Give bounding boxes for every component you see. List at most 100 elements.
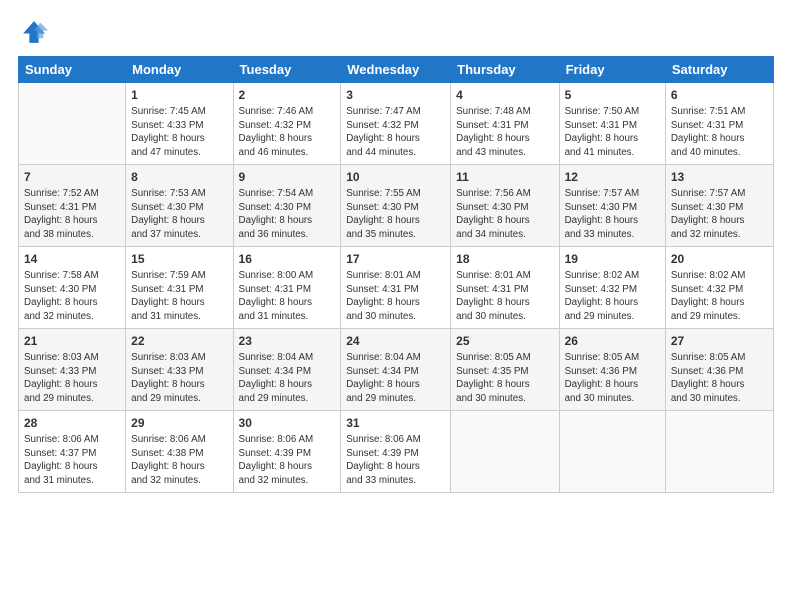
calendar-cell: 4 Sunrise: 7:48 AM Sunset: 4:31 PM Daylig… [451, 83, 559, 165]
calendar-cell: 6 Sunrise: 7:51 AM Sunset: 4:31 PM Daylig… [665, 83, 773, 165]
day-number: 27 [671, 333, 768, 349]
calendar-cell [665, 411, 773, 493]
day-number: 21 [24, 333, 120, 349]
calendar-cell: 28 Sunrise: 8:06 AM Sunset: 4:37 PM Dayli… [19, 411, 126, 493]
calendar-cell: 25 Sunrise: 8:05 AM Sunset: 4:35 PM Dayli… [451, 329, 559, 411]
day-info: Sunrise: 8:01 AM Sunset: 4:31 PM Dayligh… [456, 269, 553, 323]
calendar-cell: 22Sunrise: 8:03 AM Sunset: 4:33 PM Dayli… [126, 329, 233, 411]
calendar-week-row: 1 Sunrise: 7:45 AM Sunset: 4:33 PM Daylig… [19, 83, 774, 165]
day-number: 12 [565, 169, 660, 185]
logo-icon [20, 18, 48, 46]
weekday-header: Friday [559, 57, 665, 83]
day-info: Sunrise: 7:54 AM Sunset: 4:30 PM Dayligh… [239, 187, 336, 241]
day-number: 17 [346, 251, 445, 267]
day-info: Sunrise: 7:53 AM Sunset: 4:30 PM Dayligh… [131, 187, 227, 241]
calendar-cell: 5 Sunrise: 7:50 AM Sunset: 4:31 PM Daylig… [559, 83, 665, 165]
weekday-row: SundayMondayTuesdayWednesdayThursdayFrid… [19, 57, 774, 83]
day-info: Sunrise: 8:05 AM Sunset: 4:36 PM Dayligh… [565, 351, 660, 405]
day-number: 26 [565, 333, 660, 349]
calendar-cell: 18 Sunrise: 8:01 AM Sunset: 4:31 PM Dayli… [451, 247, 559, 329]
calendar-cell: 12 Sunrise: 7:57 AM Sunset: 4:30 PM Dayli… [559, 165, 665, 247]
header [18, 18, 774, 46]
calendar-header: SundayMondayTuesdayWednesdayThursdayFrid… [19, 57, 774, 83]
day-number: 8 [131, 169, 227, 185]
day-number: 29 [131, 415, 227, 431]
day-number: 9 [239, 169, 336, 185]
calendar-cell [19, 83, 126, 165]
day-info: Sunrise: 8:00 AM Sunset: 4:31 PM Dayligh… [239, 269, 336, 323]
day-info: Sunrise: 8:06 AM Sunset: 4:37 PM Dayligh… [24, 433, 120, 487]
day-number: 7 [24, 169, 120, 185]
day-info: Sunrise: 8:05 AM Sunset: 4:36 PM Dayligh… [671, 351, 768, 405]
calendar-cell: 23 Sunrise: 8:04 AM Sunset: 4:34 PM Dayli… [233, 329, 341, 411]
calendar-cell: 2 Sunrise: 7:46 AM Sunset: 4:32 PM Daylig… [233, 83, 341, 165]
day-number: 28 [24, 415, 120, 431]
day-number: 19 [565, 251, 660, 267]
day-number: 15 [131, 251, 227, 267]
day-info: Sunrise: 8:02 AM Sunset: 4:32 PM Dayligh… [671, 269, 768, 323]
day-number: 25 [456, 333, 553, 349]
weekday-header: Monday [126, 57, 233, 83]
day-number: 3 [346, 87, 445, 103]
weekday-header: Tuesday [233, 57, 341, 83]
calendar-cell [559, 411, 665, 493]
calendar-cell: 26 Sunrise: 8:05 AM Sunset: 4:36 PM Dayli… [559, 329, 665, 411]
day-info: Sunrise: 7:58 AM Sunset: 4:30 PM Dayligh… [24, 269, 120, 323]
calendar-cell: 8 Sunrise: 7:53 AM Sunset: 4:30 PM Daylig… [126, 165, 233, 247]
day-info: Sunrise: 7:47 AM Sunset: 4:32 PM Dayligh… [346, 105, 445, 159]
day-info: Sunrise: 8:06 AM Sunset: 4:39 PM Dayligh… [346, 433, 445, 487]
calendar-week-row: 21Sunrise: 8:03 AM Sunset: 4:33 PM Dayli… [19, 329, 774, 411]
calendar-cell: 31 Sunrise: 8:06 AM Sunset: 4:39 PM Dayli… [341, 411, 451, 493]
day-number: 5 [565, 87, 660, 103]
day-info: Sunrise: 8:04 AM Sunset: 4:34 PM Dayligh… [346, 351, 445, 405]
day-info: Sunrise: 7:48 AM Sunset: 4:31 PM Dayligh… [456, 105, 553, 159]
day-info: Sunrise: 8:05 AM Sunset: 4:35 PM Dayligh… [456, 351, 553, 405]
calendar-week-row: 14 Sunrise: 7:58 AM Sunset: 4:30 PM Dayli… [19, 247, 774, 329]
calendar-cell: 24 Sunrise: 8:04 AM Sunset: 4:34 PM Dayli… [341, 329, 451, 411]
day-number: 30 [239, 415, 336, 431]
day-number: 13 [671, 169, 768, 185]
day-number: 4 [456, 87, 553, 103]
weekday-header: Thursday [451, 57, 559, 83]
day-info: Sunrise: 7:45 AM Sunset: 4:33 PM Dayligh… [131, 105, 227, 159]
day-number: 11 [456, 169, 553, 185]
day-number: 24 [346, 333, 445, 349]
day-info: Sunrise: 7:52 AM Sunset: 4:31 PM Dayligh… [24, 187, 120, 241]
day-info: Sunrise: 7:51 AM Sunset: 4:31 PM Dayligh… [671, 105, 768, 159]
day-number: 18 [456, 251, 553, 267]
day-number: 6 [671, 87, 768, 103]
day-number: 31 [346, 415, 445, 431]
calendar-cell: 16 Sunrise: 8:00 AM Sunset: 4:31 PM Dayli… [233, 247, 341, 329]
day-number: 16 [239, 251, 336, 267]
day-info: Sunrise: 7:50 AM Sunset: 4:31 PM Dayligh… [565, 105, 660, 159]
calendar-cell: 9 Sunrise: 7:54 AM Sunset: 4:30 PM Daylig… [233, 165, 341, 247]
calendar-week-row: 28 Sunrise: 8:06 AM Sunset: 4:37 PM Dayli… [19, 411, 774, 493]
calendar-cell: 3 Sunrise: 7:47 AM Sunset: 4:32 PM Daylig… [341, 83, 451, 165]
calendar-cell: 10Sunrise: 7:55 AM Sunset: 4:30 PM Dayli… [341, 165, 451, 247]
calendar-week-row: 7 Sunrise: 7:52 AM Sunset: 4:31 PM Daylig… [19, 165, 774, 247]
calendar-cell: 14 Sunrise: 7:58 AM Sunset: 4:30 PM Dayli… [19, 247, 126, 329]
day-info: Sunrise: 7:57 AM Sunset: 4:30 PM Dayligh… [671, 187, 768, 241]
calendar-cell: 19 Sunrise: 8:02 AM Sunset: 4:32 PM Dayli… [559, 247, 665, 329]
day-info: Sunrise: 7:57 AM Sunset: 4:30 PM Dayligh… [565, 187, 660, 241]
day-info: Sunrise: 8:06 AM Sunset: 4:38 PM Dayligh… [131, 433, 227, 487]
calendar-cell: 1 Sunrise: 7:45 AM Sunset: 4:33 PM Daylig… [126, 83, 233, 165]
day-number: 23 [239, 333, 336, 349]
calendar-cell [451, 411, 559, 493]
day-info: Sunrise: 7:46 AM Sunset: 4:32 PM Dayligh… [239, 105, 336, 159]
calendar-cell: 30 Sunrise: 8:06 AM Sunset: 4:39 PM Dayli… [233, 411, 341, 493]
logo [18, 18, 48, 46]
day-number: 1 [131, 87, 227, 103]
page: SundayMondayTuesdayWednesdayThursdayFrid… [0, 0, 792, 612]
day-number: 10 [346, 169, 445, 185]
day-info: Sunrise: 8:06 AM Sunset: 4:39 PM Dayligh… [239, 433, 336, 487]
weekday-header: Wednesday [341, 57, 451, 83]
day-number: 2 [239, 87, 336, 103]
weekday-header: Sunday [19, 57, 126, 83]
day-number: 14 [24, 251, 120, 267]
day-info: Sunrise: 8:02 AM Sunset: 4:32 PM Dayligh… [565, 269, 660, 323]
day-info: Sunrise: 8:04 AM Sunset: 4:34 PM Dayligh… [239, 351, 336, 405]
calendar-body: 1 Sunrise: 7:45 AM Sunset: 4:33 PM Daylig… [19, 83, 774, 493]
calendar-table: SundayMondayTuesdayWednesdayThursdayFrid… [18, 56, 774, 493]
weekday-header: Saturday [665, 57, 773, 83]
